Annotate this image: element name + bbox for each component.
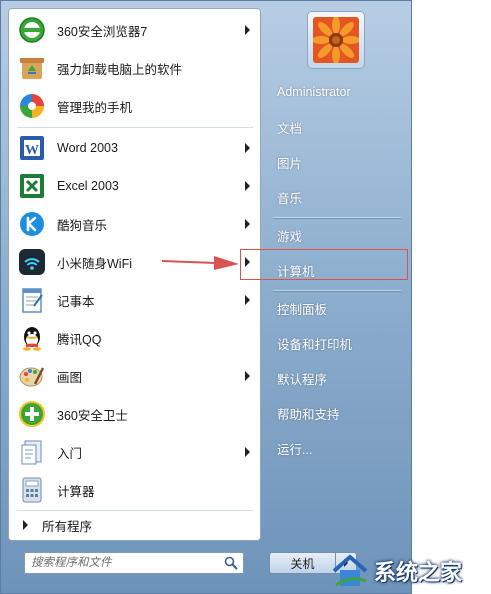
right-link-pictures[interactable]: 图片 <box>268 147 409 177</box>
right-link-label: 设备和打印机 <box>277 337 353 352</box>
right-link-control-panel[interactable]: 控制面板 <box>268 293 409 323</box>
program-label: 腾讯QQ <box>57 332 102 347</box>
search-input[interactable] <box>31 555 217 571</box>
submenu-arrow-icon <box>245 219 250 229</box>
right-link-label: 音乐 <box>277 191 303 206</box>
calculator-icon <box>17 475 47 505</box>
user-avatar[interactable] <box>307 11 365 69</box>
divider <box>17 510 253 511</box>
right-link-music[interactable]: 音乐 <box>268 182 409 212</box>
red-arrow-icon <box>161 256 239 270</box>
computer-highlight-box <box>240 249 408 280</box>
program-item-word[interactable]: W Word 2003 <box>13 129 256 167</box>
program-item-getting-started[interactable]: 入门 <box>13 433 256 471</box>
search-icon[interactable] <box>224 556 238 573</box>
divider <box>17 127 253 128</box>
program-list-pane: 360安全浏览器7 强力卸载电脑上的软件 管理我的手机 W Word 2003 <box>8 8 261 541</box>
submenu-arrow-icon <box>245 371 250 381</box>
program-label: Word 2003 <box>57 141 118 155</box>
svg-text:W: W <box>25 143 39 158</box>
right-link-default-programs[interactable]: 默认程序 <box>268 363 409 393</box>
right-link-label: 图片 <box>277 156 303 171</box>
uninstaller-icon <box>17 53 47 83</box>
right-link-label: 文档 <box>277 121 303 136</box>
submenu-arrow-icon <box>245 295 250 305</box>
shutdown-button[interactable]: 关机 <box>269 552 335 574</box>
program-item-uninstaller[interactable]: 强力卸载电脑上的软件 <box>13 49 256 87</box>
program-label: 入门 <box>57 446 83 461</box>
program-label: 酷狗音乐 <box>57 218 108 233</box>
right-link-label: 帮助和支持 <box>277 407 340 422</box>
paint-icon <box>17 361 47 391</box>
submenu-arrow-icon <box>245 143 250 153</box>
wifi-icon <box>17 247 47 277</box>
submenu-arrow-icon <box>245 25 250 35</box>
search-box[interactable] <box>24 552 244 574</box>
all-programs-button[interactable]: 所有程序 <box>13 514 256 536</box>
right-link-help-support[interactable]: 帮助和支持 <box>268 398 409 428</box>
right-link-games[interactable]: 游戏 <box>268 220 409 250</box>
program-label: 360安全卫士 <box>57 408 128 423</box>
program-item-calculator[interactable]: 计算器 <box>13 471 256 509</box>
program-item-kugou[interactable]: 酷狗音乐 <box>13 205 256 243</box>
right-link-label: 游戏 <box>277 229 303 244</box>
program-label: 小米随身WiFi <box>57 256 132 271</box>
start-menu: 360安全浏览器7 强力卸载电脑上的软件 管理我的手机 W Word 2003 <box>0 0 412 594</box>
divider <box>273 290 401 291</box>
phone-manager-icon <box>17 91 47 121</box>
divider <box>273 217 401 218</box>
watermark-text: 系统之家 <box>374 560 463 585</box>
program-label: 计算器 <box>57 484 95 499</box>
program-label: 360安全浏览器7 <box>57 24 148 39</box>
program-label: 记事本 <box>57 294 95 309</box>
program-item-notepad[interactable]: 记事本 <box>13 281 256 319</box>
submenu-arrow-icon <box>245 181 250 191</box>
house-logo-icon <box>332 554 368 587</box>
right-link-documents[interactable]: 文档 <box>268 112 409 142</box>
right-link-label: 控制面板 <box>277 302 328 317</box>
program-item-360-security[interactable]: 360安全卫士 <box>13 395 256 433</box>
notepad-icon <box>17 285 47 315</box>
right-link-administrator[interactable]: Administrator <box>268 77 409 107</box>
right-link-label: 运行... <box>277 442 313 457</box>
qq-icon <box>17 323 47 353</box>
user-name: Administrator <box>277 85 351 99</box>
right-link-label: 默认程序 <box>277 372 328 387</box>
program-label: 管理我的手机 <box>57 100 133 115</box>
program-item-phone-manager[interactable]: 管理我的手机 <box>13 87 256 125</box>
getting-started-icon <box>17 437 47 467</box>
all-programs-label: 所有程序 <box>42 519 93 534</box>
program-item-excel[interactable]: Excel 2003 <box>13 167 256 205</box>
word-icon: W <box>17 133 47 163</box>
right-link-run[interactable]: 运行... <box>268 433 409 463</box>
program-item-360-browser[interactable]: 360安全浏览器7 <box>13 11 256 49</box>
program-item-qq[interactable]: 腾讯QQ <box>13 319 256 357</box>
flower-avatar-icon <box>313 17 359 63</box>
program-label: Excel 2003 <box>57 179 119 193</box>
kugou-icon <box>17 209 47 239</box>
arrow-right-icon <box>23 520 28 530</box>
security-360-icon <box>17 399 47 429</box>
excel-icon <box>17 171 47 201</box>
program-item-paint[interactable]: 画图 <box>13 357 256 395</box>
program-label: 强力卸载电脑上的软件 <box>57 62 183 77</box>
right-link-devices-printers[interactable]: 设备和打印机 <box>268 328 409 358</box>
browser-360-icon <box>17 15 47 45</box>
submenu-arrow-icon <box>245 447 250 457</box>
program-label: 画图 <box>57 370 83 385</box>
watermark: 系统之家 <box>330 548 491 594</box>
